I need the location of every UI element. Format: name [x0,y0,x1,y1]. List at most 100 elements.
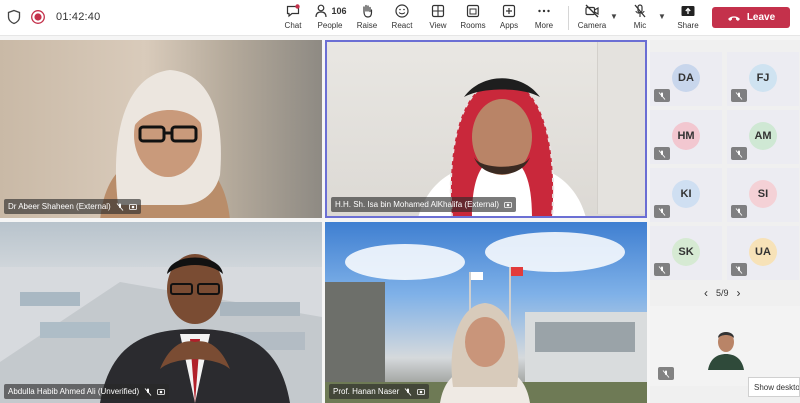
camera-off-icon [585,4,599,18]
participant-name: Prof. Hanan Naser [333,387,400,396]
share-button[interactable]: Share [677,3,699,33]
mic-muted-icon [116,202,124,211]
video-tile-abeer-shaheen[interactable]: Dr Abeer Shaheen (External) [0,40,322,218]
show-desktop-tooltip: Show desktop [748,377,800,397]
participant-video [440,303,530,403]
mic-muted-icon [735,265,743,274]
participant-video [418,78,586,216]
raise-label: Raise [356,21,378,30]
participant-name-tag: Abdulla Habib Ahmed Ali (Unverified) [4,384,170,399]
participant-name: Abdulla Habib Ahmed Ali (Unverified) [8,387,140,396]
camera-button[interactable]: Camera [578,3,606,33]
avatar: DA [672,64,700,92]
next-page-chevron-right-icon[interactable]: › [737,286,741,300]
participant-tile[interactable]: UA [727,226,799,280]
share-label: Share [677,21,699,30]
mic-muted-icon [735,207,743,216]
background-door [597,42,645,214]
avatar: KI [672,180,700,208]
more-button[interactable]: More [533,3,555,33]
chat-label: Chat [284,21,302,30]
hand-icon [363,4,373,18]
view-label: View [429,21,447,30]
leave-button[interactable]: Leave [712,7,790,28]
meeting-status: 01:42:40 [6,9,100,25]
grid-view-icon [431,4,445,18]
mic-options-chevron-down-icon[interactable]: ▼ [658,12,666,21]
previous-page-chevron-left-icon[interactable]: ‹ [704,286,708,300]
mic-label: Mic [633,21,647,30]
mic-muted-icon [662,369,670,378]
gallery-pagination: ‹ 5/9 › [704,286,741,300]
avatar: HM [672,122,700,150]
participant-tile[interactable]: SI [727,168,799,222]
raise-hand-button[interactable]: Raise [356,3,378,33]
participant-tile[interactable]: FJ [727,52,799,106]
participant-tile[interactable]: HM [650,110,722,164]
avatar: AM [749,122,777,150]
more-icon [538,9,550,13]
rooms-label: Rooms [460,21,486,30]
mic-muted-icon [658,265,666,274]
mic-muted-icon [735,91,743,100]
participant-tile[interactable]: AM [727,110,799,164]
participant-video [100,70,230,218]
camera-label: Camera [577,21,607,30]
camera-icon [417,388,426,395]
chat-button[interactable]: Chat [282,3,304,33]
mic-muted-badge [731,263,747,276]
video-tile-isa-alkhalifa[interactable]: H.H. Sh. Isa bin Mohamed AlKhalifa (Exte… [325,40,647,218]
recording-icon [30,9,46,25]
participant-name-tag: Dr Abeer Shaheen (External) [4,199,141,214]
mic-muted-badge [654,205,670,218]
meeting-timer: 01:42:40 [56,11,101,23]
mic-muted-badge [654,147,670,160]
avatar: FJ [749,64,777,92]
mic-button[interactable]: Mic [630,3,650,33]
video-tile-hanan-naser[interactable]: Prof. Hanan Naser [325,222,647,403]
participant-tile[interactable]: KI [650,168,722,222]
more-label: More [534,21,554,30]
mic-muted-icon [735,149,743,158]
share-screen-icon [681,6,695,16]
participant-gallery: DA FJ HM AM KI SI SK UA ‹ 5/9 › [650,40,800,403]
people-label: People [317,21,343,30]
chat-icon [286,4,300,18]
page-indicator: 5/9 [716,288,729,298]
mic-muted-icon [658,149,666,158]
mic-muted-badge [654,263,670,276]
people-icon [315,4,328,18]
avatar: SI [749,180,777,208]
react-label: React [391,21,413,30]
avatar: SK [672,238,700,266]
participant-name-tag: Prof. Hanan Naser [329,384,430,399]
people-count: 106 [331,6,347,16]
video-tile-abdulla-habib[interactable]: Abdulla Habib Ahmed Ali (Unverified) [0,222,322,403]
participant-tile[interactable]: SK [650,226,722,280]
apps-button[interactable]: Apps [498,3,520,33]
mic-muted-badge [731,147,747,160]
camera-icon [157,388,166,395]
mic-muted-badge [654,89,670,102]
plus-icon [502,4,516,18]
breakout-rooms-icon [466,4,480,18]
participant-name-tag: H.H. Sh. Isa bin Mohamed AlKhalifa (Exte… [331,197,517,212]
react-button[interactable]: React [391,3,413,33]
participant-name: H.H. Sh. Isa bin Mohamed AlKhalifa (Exte… [335,200,500,209]
rooms-button[interactable]: Rooms [460,3,486,33]
mic-muted-icon [658,207,666,216]
phone-hangup-icon [727,15,740,21]
mic-muted-icon [658,91,666,100]
teams-meeting-window: 01:42:40 Chat 106 People Raise React Vie… [0,0,800,403]
view-button[interactable]: View [427,3,449,33]
camera-options-chevron-down-icon[interactable]: ▼ [610,12,618,21]
participant-tile[interactable]: DA [650,52,722,106]
participant-video [100,254,290,403]
self-view-tile[interactable] [650,306,800,386]
people-button[interactable]: 106 People [314,3,347,33]
leave-label: Leave [746,12,776,23]
apps-label: Apps [499,21,519,30]
self-video [708,332,744,370]
mic-off-icon [634,4,646,18]
mic-muted-icon [404,387,412,396]
